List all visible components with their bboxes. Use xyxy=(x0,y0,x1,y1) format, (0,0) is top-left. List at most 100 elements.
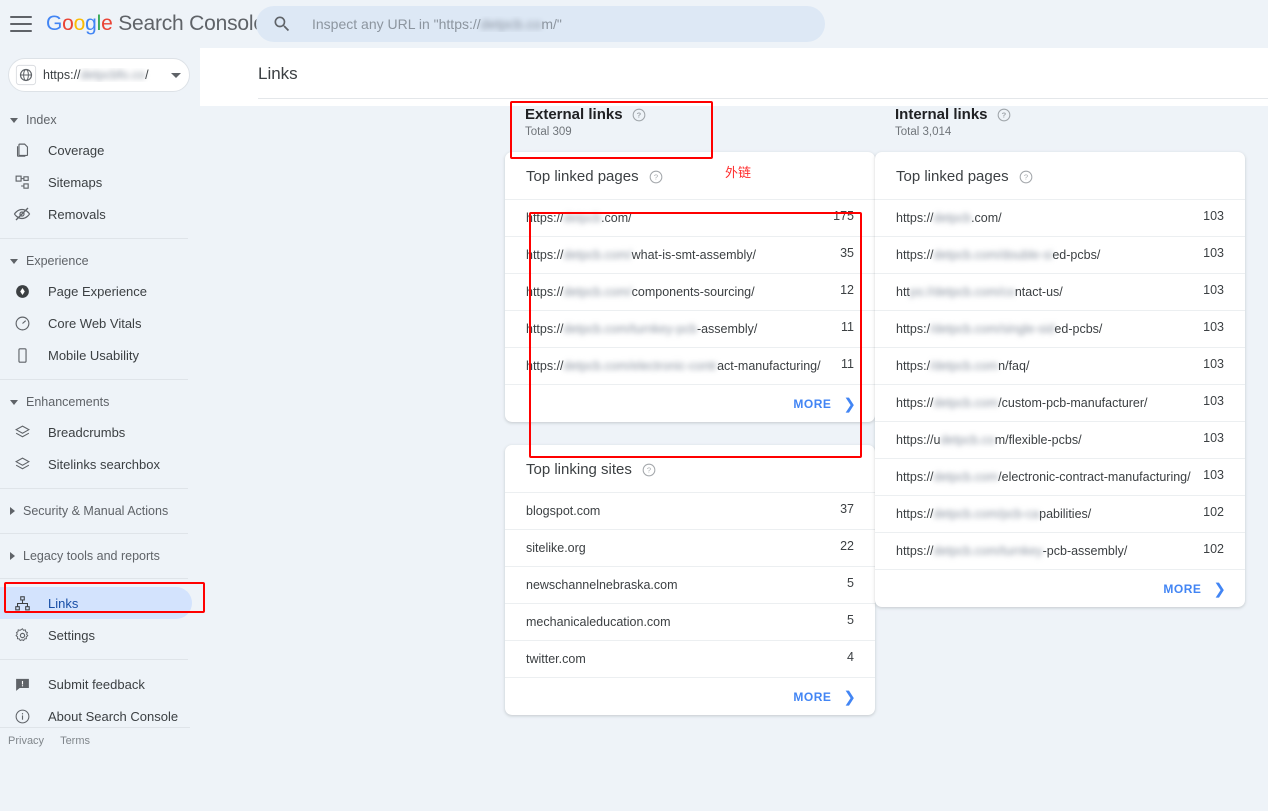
links-board: External links ? Total 309 Top linked pa… xyxy=(200,106,1268,811)
more-button[interactable]: MORE ❯ xyxy=(875,569,1245,607)
help-circle-icon[interactable]: ? xyxy=(632,108,646,122)
sidebar-group-legacy-tools[interactable]: Legacy tools and reports xyxy=(0,542,200,570)
row-value: 11 xyxy=(841,320,854,334)
brand-suffix-label: Search Console xyxy=(118,12,265,35)
table-row[interactable]: https://detpcb.com/custom-pcb-manufactur… xyxy=(875,384,1245,421)
sidebar-divider xyxy=(0,238,188,239)
sidebar-divider xyxy=(0,578,188,579)
table-row[interactable]: https://detpcb.com/double-sied-pcbs/ 103 xyxy=(875,236,1245,273)
coverage-pages-icon xyxy=(12,140,32,160)
sidebar-item-links[interactable]: Links xyxy=(0,587,192,619)
row-label: twitter.com xyxy=(526,650,847,668)
row-value: 22 xyxy=(840,539,854,553)
terms-link[interactable]: Terms xyxy=(60,735,90,747)
table-row[interactable]: https://detpcb.com/ 175 xyxy=(505,199,875,236)
globe-icon xyxy=(15,64,37,86)
table-row[interactable]: https://detpcb.com/what-is-smt-assembly/… xyxy=(505,236,875,273)
sidebar-item-sitemaps[interactable]: Sitemaps xyxy=(0,166,192,198)
internal-links-header: Internal links ? Total 3,014 xyxy=(875,106,1245,138)
sidebar-item-label: About Search Console xyxy=(48,709,178,724)
sidebar-item-core-web-vitals[interactable]: Core Web Vitals xyxy=(0,307,192,339)
core-web-vitals-gauge-icon xyxy=(12,313,32,333)
table-row[interactable]: https://detpcb.com/turnkey-pcb-assembly/… xyxy=(875,532,1245,569)
title-divider xyxy=(258,98,1268,99)
mobile-usability-phone-icon xyxy=(12,345,32,365)
external-links-annotation: 外链 xyxy=(725,162,751,181)
page-title: Links xyxy=(200,48,1268,84)
chevron-right-icon: ❯ xyxy=(843,395,856,413)
row-value: 103 xyxy=(1203,431,1224,445)
privacy-link[interactable]: Privacy xyxy=(8,735,44,747)
table-row[interactable]: mechanicaleducation.com 5 xyxy=(505,603,875,640)
help-circle-icon[interactable]: ? xyxy=(997,108,1011,122)
sidebar-group-label: Legacy tools and reports xyxy=(23,549,160,563)
table-row[interactable]: newschannelnebraska.com 5 xyxy=(505,566,875,603)
card-title: Top linked pages ? xyxy=(875,152,1245,199)
internal-links-title: Internal links xyxy=(895,106,988,123)
external-links-title: External links xyxy=(525,106,623,123)
more-button[interactable]: MORE ❯ xyxy=(505,677,875,715)
table-row[interactable]: https://udetpcb.com/flexible-pcbs/ 103 xyxy=(875,421,1245,458)
more-button[interactable]: MORE ❯ xyxy=(505,384,875,422)
sidebar-item-label: Sitelinks searchbox xyxy=(48,457,160,472)
row-value: 103 xyxy=(1203,357,1224,371)
url-inspection-search-input[interactable]: Inspect any URL in "https://detpcb.com/" xyxy=(256,6,825,42)
row-value: 103 xyxy=(1203,246,1224,260)
external-links-header: External links ? Total 309 xyxy=(505,106,875,138)
feedback-icon xyxy=(12,674,32,694)
help-circle-icon[interactable]: ? xyxy=(642,463,656,477)
row-label: mechanicaleducation.com xyxy=(526,613,847,631)
row-value: 5 xyxy=(847,576,854,590)
row-value: 103 xyxy=(1203,283,1224,297)
sidebar-item-page-experience[interactable]: Page Experience xyxy=(0,275,192,307)
sidebar-group-index[interactable]: Index xyxy=(0,106,200,134)
table-row[interactable]: https://detpcb.com/contact-us/ 103 xyxy=(875,273,1245,310)
sidebar-item-removals[interactable]: Removals xyxy=(0,198,192,230)
sitelinks-layers-icon xyxy=(12,454,32,474)
sidebar-item-breadcrumbs[interactable]: Breadcrumbs xyxy=(0,416,192,448)
table-row[interactable]: https://detpcb.comn/faq/ 103 xyxy=(875,347,1245,384)
sidebar-item-submit-feedback[interactable]: Submit feedback xyxy=(0,668,192,700)
table-row[interactable]: twitter.com 4 xyxy=(505,640,875,677)
table-row[interactable]: https://detpcb.com/electronic-contract-m… xyxy=(875,458,1245,495)
help-circle-icon[interactable]: ? xyxy=(649,170,663,184)
svg-text:?: ? xyxy=(1023,172,1027,181)
sidebar-item-label: Links xyxy=(48,596,78,611)
table-row[interactable]: https://detpcb.com/electronic-contract-m… xyxy=(505,347,875,384)
sidebar-group-security-manual-actions[interactable]: Security & Manual Actions xyxy=(0,497,200,525)
table-row[interactable]: https://detpcb.com/turnkey-pcb-assembly/… xyxy=(505,310,875,347)
card-title: Top linked pages ? xyxy=(505,152,875,199)
table-row[interactable]: https://detpcb.com/ 103 xyxy=(875,199,1245,236)
chevron-down-icon xyxy=(10,259,18,264)
table-row[interactable]: blogspot.com 37 xyxy=(505,492,875,529)
external-links-column: External links ? Total 309 Top linked pa… xyxy=(505,106,875,715)
settings-gear-icon xyxy=(12,625,32,645)
hamburger-menu-icon[interactable] xyxy=(10,16,32,32)
table-row[interactable]: https://detpcb.com/single-sided-pcbs/ 10… xyxy=(875,310,1245,347)
row-value: 103 xyxy=(1203,468,1224,482)
sidebar-item-mobile-usability[interactable]: Mobile Usability xyxy=(0,339,192,371)
sidebar-item-sitelinks-searchbox[interactable]: Sitelinks searchbox xyxy=(0,448,192,480)
row-label: sitelike.org xyxy=(526,539,840,557)
sidebar-item-settings[interactable]: Settings xyxy=(0,619,192,651)
chevron-down-icon xyxy=(10,400,18,405)
svg-text:?: ? xyxy=(653,172,657,181)
chevron-right-icon: ❯ xyxy=(1213,580,1226,598)
links-hierarchy-icon xyxy=(12,593,32,613)
top-app-bar: Google Search Console Inspect any URL in… xyxy=(0,0,1268,48)
property-selector[interactable]: https://detpcbfo.co/ xyxy=(8,58,190,92)
row-value: 4 xyxy=(847,650,854,664)
row-value: 12 xyxy=(840,283,854,297)
help-circle-icon[interactable]: ? xyxy=(1019,170,1033,184)
table-row[interactable]: https://detpcb.com/components-sourcing/ … xyxy=(505,273,875,310)
sidebar-item-coverage[interactable]: Coverage xyxy=(0,134,192,166)
table-row[interactable]: https://detpcb.com/pcb-capabilities/ 102 xyxy=(875,495,1245,532)
sidebar-divider xyxy=(0,488,188,489)
removals-eye-off-icon xyxy=(12,204,32,224)
table-row[interactable]: sitelike.org 22 xyxy=(505,529,875,566)
sidebar-group-enhancements[interactable]: Enhancements xyxy=(0,388,200,416)
sidebar-item-label: Page Experience xyxy=(48,284,147,299)
external-top-linking-sites-card: Top linking sites ? blogspot.com 37 site… xyxy=(505,445,875,715)
sidebar-group-experience[interactable]: Experience xyxy=(0,247,200,275)
chevron-down-icon[interactable] xyxy=(171,73,181,78)
